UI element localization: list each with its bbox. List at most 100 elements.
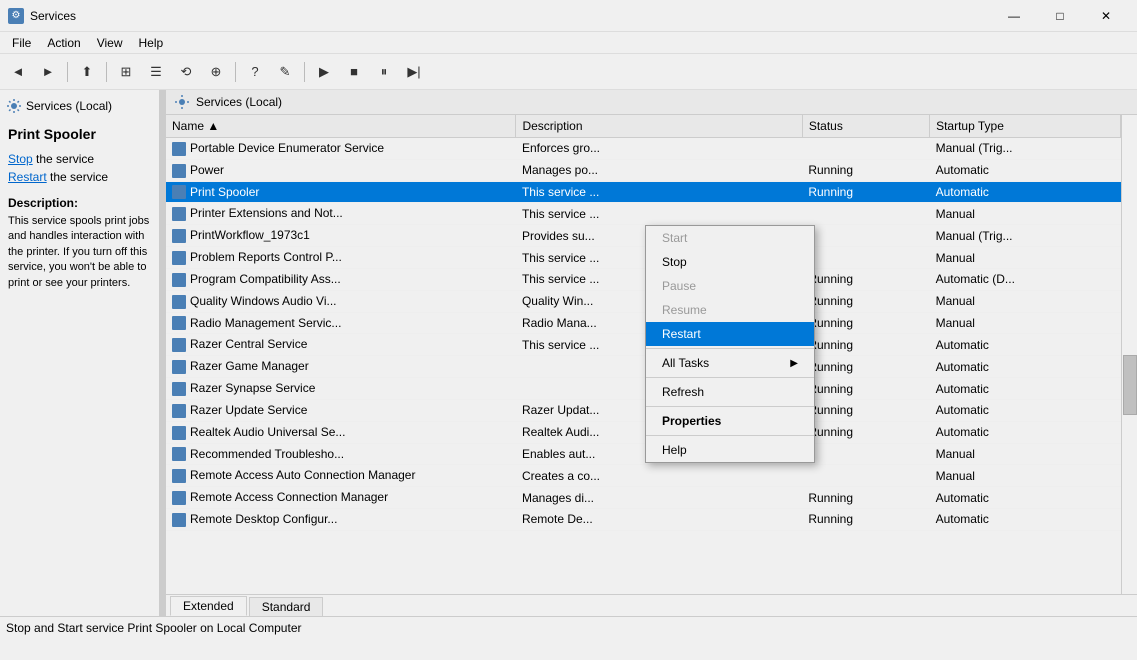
ctx-item-pause: Pause xyxy=(646,274,814,298)
submenu-arrow-icon: ▶ xyxy=(790,358,798,369)
table-row[interactable]: Razer Central ServiceThis service ...Run… xyxy=(166,334,1121,356)
table-row[interactable]: Razer Game ManagerRunningAutomatic xyxy=(166,356,1121,378)
app-icon: ⚙ xyxy=(8,8,24,24)
menu-view[interactable]: View xyxy=(89,34,131,52)
table-row[interactable]: Printer Extensions and Not...This servic… xyxy=(166,203,1121,225)
table-row[interactable]: Realtek Audio Universal Se...Realtek Aud… xyxy=(166,421,1121,443)
table-row[interactable]: PowerManages po...RunningAutomatic xyxy=(166,159,1121,181)
cell-name: Portable Device Enumerator Service xyxy=(166,138,516,160)
ctx-item-all-tasks[interactable]: All Tasks▶ xyxy=(646,351,814,375)
table-row[interactable]: Portable Device Enumerator ServiceEnforc… xyxy=(166,138,1121,160)
window-title: Services xyxy=(30,9,991,23)
tb-pause[interactable]: ⏸ xyxy=(370,58,398,86)
cell-status: Running xyxy=(802,268,929,290)
table-header-row: Name ▲ Description Status Startup Type xyxy=(166,115,1121,138)
tab-extended[interactable]: Extended xyxy=(170,596,247,616)
cell-status xyxy=(802,247,929,269)
ctx-item-help[interactable]: Help xyxy=(646,438,814,462)
table-row[interactable]: Program Compatibility Ass...This service… xyxy=(166,268,1121,290)
panel-title: Services (Local) xyxy=(196,95,282,109)
col-header-desc[interactable]: Description xyxy=(516,115,802,138)
cell-startup: Manual xyxy=(930,290,1121,312)
tb-list[interactable]: ☰ xyxy=(142,58,170,86)
ctx-item-start: Start xyxy=(646,226,814,250)
cell-status xyxy=(802,203,929,225)
cell-status: Running xyxy=(802,181,929,203)
row-service-icon xyxy=(172,164,186,178)
table-row[interactable]: Recommended Troublesho...Enables aut...M… xyxy=(166,443,1121,465)
cell-startup: Automatic xyxy=(930,356,1121,378)
cell-description: Creates a co... xyxy=(516,465,802,487)
table-row[interactable]: Remote Access Connection ManagerManages … xyxy=(166,487,1121,509)
menu-help[interactable]: Help xyxy=(131,34,172,52)
table-row[interactable]: PrintWorkflow_1973c1Provides su...Manual… xyxy=(166,225,1121,247)
cell-status xyxy=(802,225,929,247)
service-title: Print Spooler xyxy=(8,126,151,142)
stop-link[interactable]: Stop xyxy=(8,152,33,166)
tb-connect[interactable]: ⊕ xyxy=(202,58,230,86)
ctx-item-refresh[interactable]: Refresh xyxy=(646,380,814,404)
cell-name: Problem Reports Control P... xyxy=(166,247,516,269)
ctx-separator xyxy=(646,435,814,436)
cell-name: Razer Synapse Service xyxy=(166,378,516,400)
service-info: Print Spooler Stop the service Restart t… xyxy=(4,118,155,299)
table-row[interactable]: Razer Synapse ServiceRunningAutomatic xyxy=(166,378,1121,400)
left-panel: Services (Local) Print Spooler Stop the … xyxy=(0,90,160,616)
cell-name: Program Compatibility Ass... xyxy=(166,268,516,290)
tb-show-hide[interactable]: ⊞ xyxy=(112,58,140,86)
cell-status xyxy=(802,465,929,487)
tab-standard[interactable]: Standard xyxy=(249,597,324,616)
col-header-startup[interactable]: Startup Type xyxy=(930,115,1121,138)
close-button[interactable]: ✕ xyxy=(1083,0,1129,32)
table-row[interactable]: Remote Access Auto Connection ManagerCre… xyxy=(166,465,1121,487)
restart-link[interactable]: Restart xyxy=(8,170,47,184)
table-row[interactable]: Quality Windows Audio Vi...Quality Win..… xyxy=(166,290,1121,312)
restart-action: Restart the service xyxy=(8,170,151,184)
tb-properties[interactable]: ✎ xyxy=(271,58,299,86)
window-controls: — □ ✕ xyxy=(991,0,1129,32)
tb-play[interactable]: ▶ xyxy=(310,58,338,86)
maximize-button[interactable]: □ xyxy=(1037,0,1083,32)
tb-forward[interactable]: ► xyxy=(34,58,62,86)
toolbar: ◄ ► ⬆ ⊞ ☰ ⟲ ⊕ ? ✎ ▶ ■ ⏸ ▶| xyxy=(0,54,1137,90)
table-row[interactable]: Problem Reports Control P...This service… xyxy=(166,247,1121,269)
tb-stop[interactable]: ■ xyxy=(340,58,368,86)
cell-status xyxy=(802,443,929,465)
ctx-item-properties[interactable]: Properties xyxy=(646,409,814,433)
cell-name: Remote Access Connection Manager xyxy=(166,487,516,509)
services-table-container[interactable]: Name ▲ Description Status Startup Type P… xyxy=(166,115,1121,594)
cell-description: This service ... xyxy=(516,181,802,203)
table-row[interactable]: Remote Desktop Configur...Remote De...Ru… xyxy=(166,509,1121,531)
table-row[interactable]: Print SpoolerThis service ...RunningAuto… xyxy=(166,181,1121,203)
table-row[interactable]: Razer Update ServiceRazer Updat...Runnin… xyxy=(166,399,1121,421)
panel-gear-icon xyxy=(174,94,190,110)
title-bar: ⚙ Services — □ ✕ xyxy=(0,0,1137,32)
left-panel-header[interactable]: Services (Local) xyxy=(4,94,155,118)
minimize-button[interactable]: — xyxy=(991,0,1037,32)
cell-description: This service ... xyxy=(516,203,802,225)
tb-restart[interactable]: ▶| xyxy=(400,58,428,86)
bottom-tabs: Extended Standard xyxy=(166,594,1137,616)
col-header-name[interactable]: Name ▲ xyxy=(166,115,516,138)
table-row[interactable]: Radio Management Servic...Radio Mana...R… xyxy=(166,312,1121,334)
menu-file[interactable]: File xyxy=(4,34,39,52)
tb-back[interactable]: ◄ xyxy=(4,58,32,86)
toolbar-sep-4 xyxy=(304,62,305,82)
tb-help[interactable]: ? xyxy=(241,58,269,86)
cell-startup: Manual xyxy=(930,247,1121,269)
left-panel-title: Services (Local) xyxy=(26,99,112,113)
tb-up[interactable]: ⬆ xyxy=(73,58,101,86)
toolbar-sep-3 xyxy=(235,62,236,82)
menu-action[interactable]: Action xyxy=(39,34,88,52)
ctx-item-stop[interactable]: Stop xyxy=(646,250,814,274)
tb-refresh[interactable]: ⟲ xyxy=(172,58,200,86)
cell-startup: Manual (Trig... xyxy=(930,138,1121,160)
ctx-item-restart[interactable]: Restart xyxy=(646,322,814,346)
cell-status: Running xyxy=(802,356,929,378)
cell-status: Running xyxy=(802,421,929,443)
scrollbar-thumb[interactable] xyxy=(1123,355,1137,415)
cell-startup: Automatic xyxy=(930,159,1121,181)
col-header-status[interactable]: Status xyxy=(802,115,929,138)
scrollbar[interactable] xyxy=(1121,115,1137,594)
status-text: Stop and Start service Print Spooler on … xyxy=(6,621,302,635)
